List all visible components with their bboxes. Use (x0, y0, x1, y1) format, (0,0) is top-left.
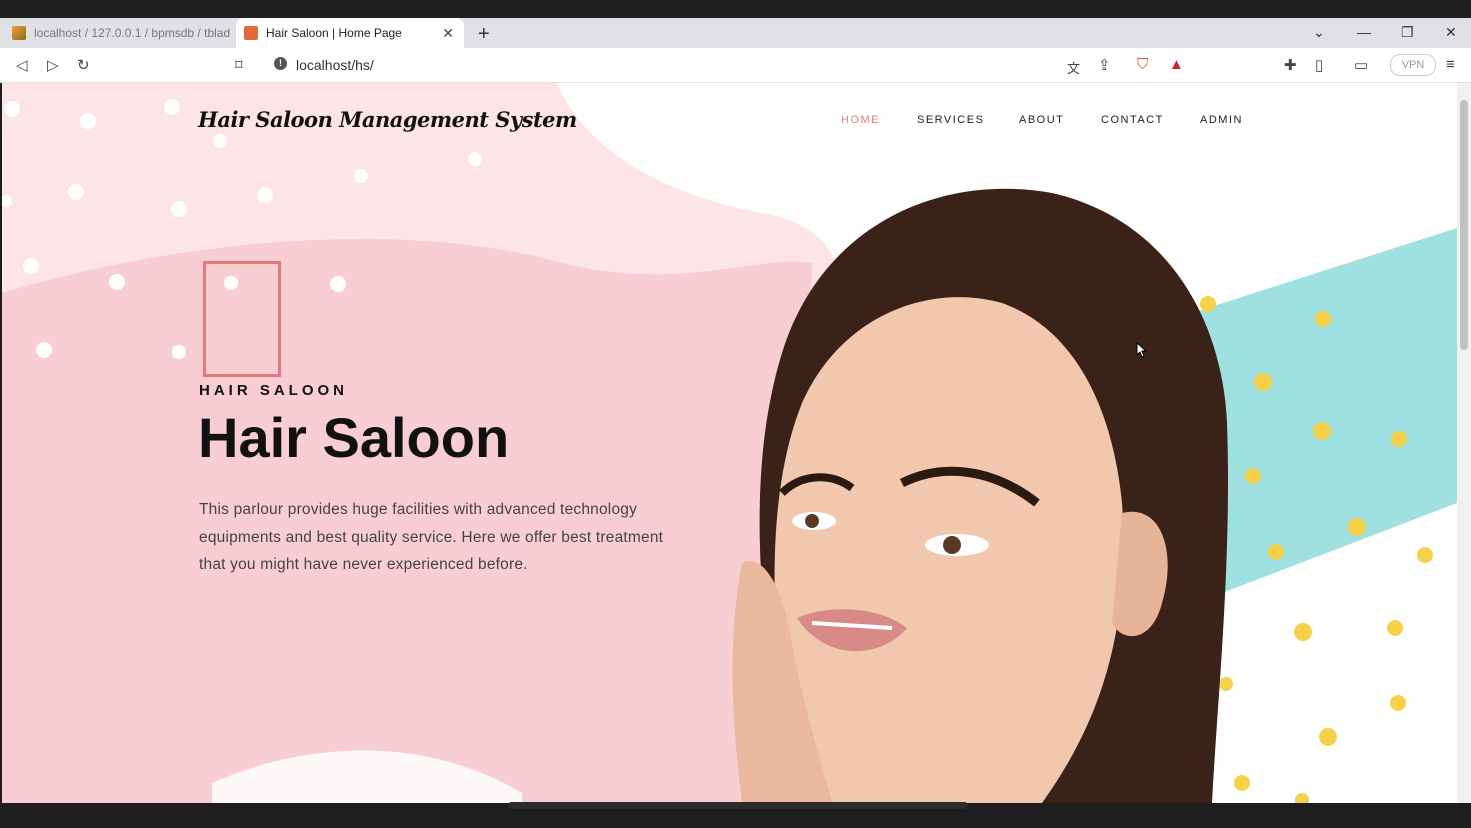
menu-icon[interactable]: ≡ (1446, 56, 1455, 73)
extensions-icon[interactable]: ✚ (1284, 56, 1297, 74)
hero-description: This parlour provides huge facilities wi… (199, 501, 664, 573)
tab-label: Hair Saloon | Home Page (266, 26, 402, 40)
reload-icon[interactable]: ↻ (77, 56, 90, 74)
window-bottom-edge (0, 809, 1471, 828)
vertical-scroll-thumb[interactable] (1460, 100, 1468, 350)
address-bar[interactable]: localhost/hs/ (296, 57, 374, 73)
sidebar-icon[interactable]: ▯ (1315, 56, 1323, 74)
tab-strip: localhost / 127.0.0.1 / bpmsdb / tblad H… (0, 18, 1471, 48)
horizontal-scroll-thumb[interactable] (508, 802, 968, 809)
window-top-edge (0, 0, 1471, 18)
tab-label: localhost / 127.0.0.1 / bpmsdb / tblad (34, 26, 230, 40)
new-tab-icon[interactable]: + (478, 23, 490, 46)
restore-icon[interactable]: ❐ (1401, 24, 1414, 41)
forward-icon[interactable]: ▷ (47, 56, 59, 74)
site-logo[interactable]: Hair Saloon Management System (198, 107, 577, 132)
mouse-cursor-icon (1136, 342, 1148, 358)
nav-contact[interactable]: CONTACT (1101, 114, 1164, 126)
brave-shield-icon[interactable]: ⛉ (1137, 56, 1148, 73)
wallet-icon[interactable]: ▭ (1354, 56, 1368, 74)
minimize-icon[interactable]: — (1357, 24, 1371, 40)
hero-title: Hair Saloon (198, 406, 510, 469)
close-window-icon[interactable]: ✕ (1445, 24, 1457, 41)
site-info-icon[interactable]: ! (274, 57, 287, 70)
phpmyadmin-favicon-icon (12, 26, 26, 40)
nav-admin[interactable]: ADMIN (1200, 114, 1243, 126)
vpn-button[interactable]: VPN (1390, 54, 1436, 76)
hero-icon-placeholder (203, 261, 281, 377)
share-icon[interactable]: ⇪ (1098, 56, 1111, 74)
close-tab-icon[interactable]: ✕ (442, 25, 454, 42)
translate-icon[interactable]: 文 (1067, 58, 1080, 77)
tab-phpmyadmin[interactable]: localhost / 127.0.0.1 / bpmsdb / tblad (12, 18, 230, 48)
nav-home[interactable]: HOME (841, 114, 880, 126)
back-icon[interactable]: ◁ (16, 56, 28, 74)
rewards-icon[interactable]: ▲ (1169, 56, 1184, 73)
site-favicon-icon (244, 26, 258, 40)
page-viewport: Hair Saloon Management System HOME SERVI… (2, 83, 1457, 803)
nav-services[interactable]: SERVICES (917, 114, 984, 126)
browser-toolbar: ◁ ▷ ↻ ⌑ ! localhost/hs/ 文 ⇪ ⛉ ▲ ✚ ▯ ▭ VP… (0, 48, 1471, 83)
tab-search-icon[interactable]: ⌄ (1313, 24, 1325, 41)
hero-kicker: HAIR SALOON (199, 382, 348, 399)
tab-hair-saloon[interactable]: Hair Saloon | Home Page ✕ (236, 18, 464, 48)
nav-about[interactable]: ABOUT (1019, 114, 1064, 126)
bookmark-icon[interactable]: ⌑ (235, 56, 243, 74)
